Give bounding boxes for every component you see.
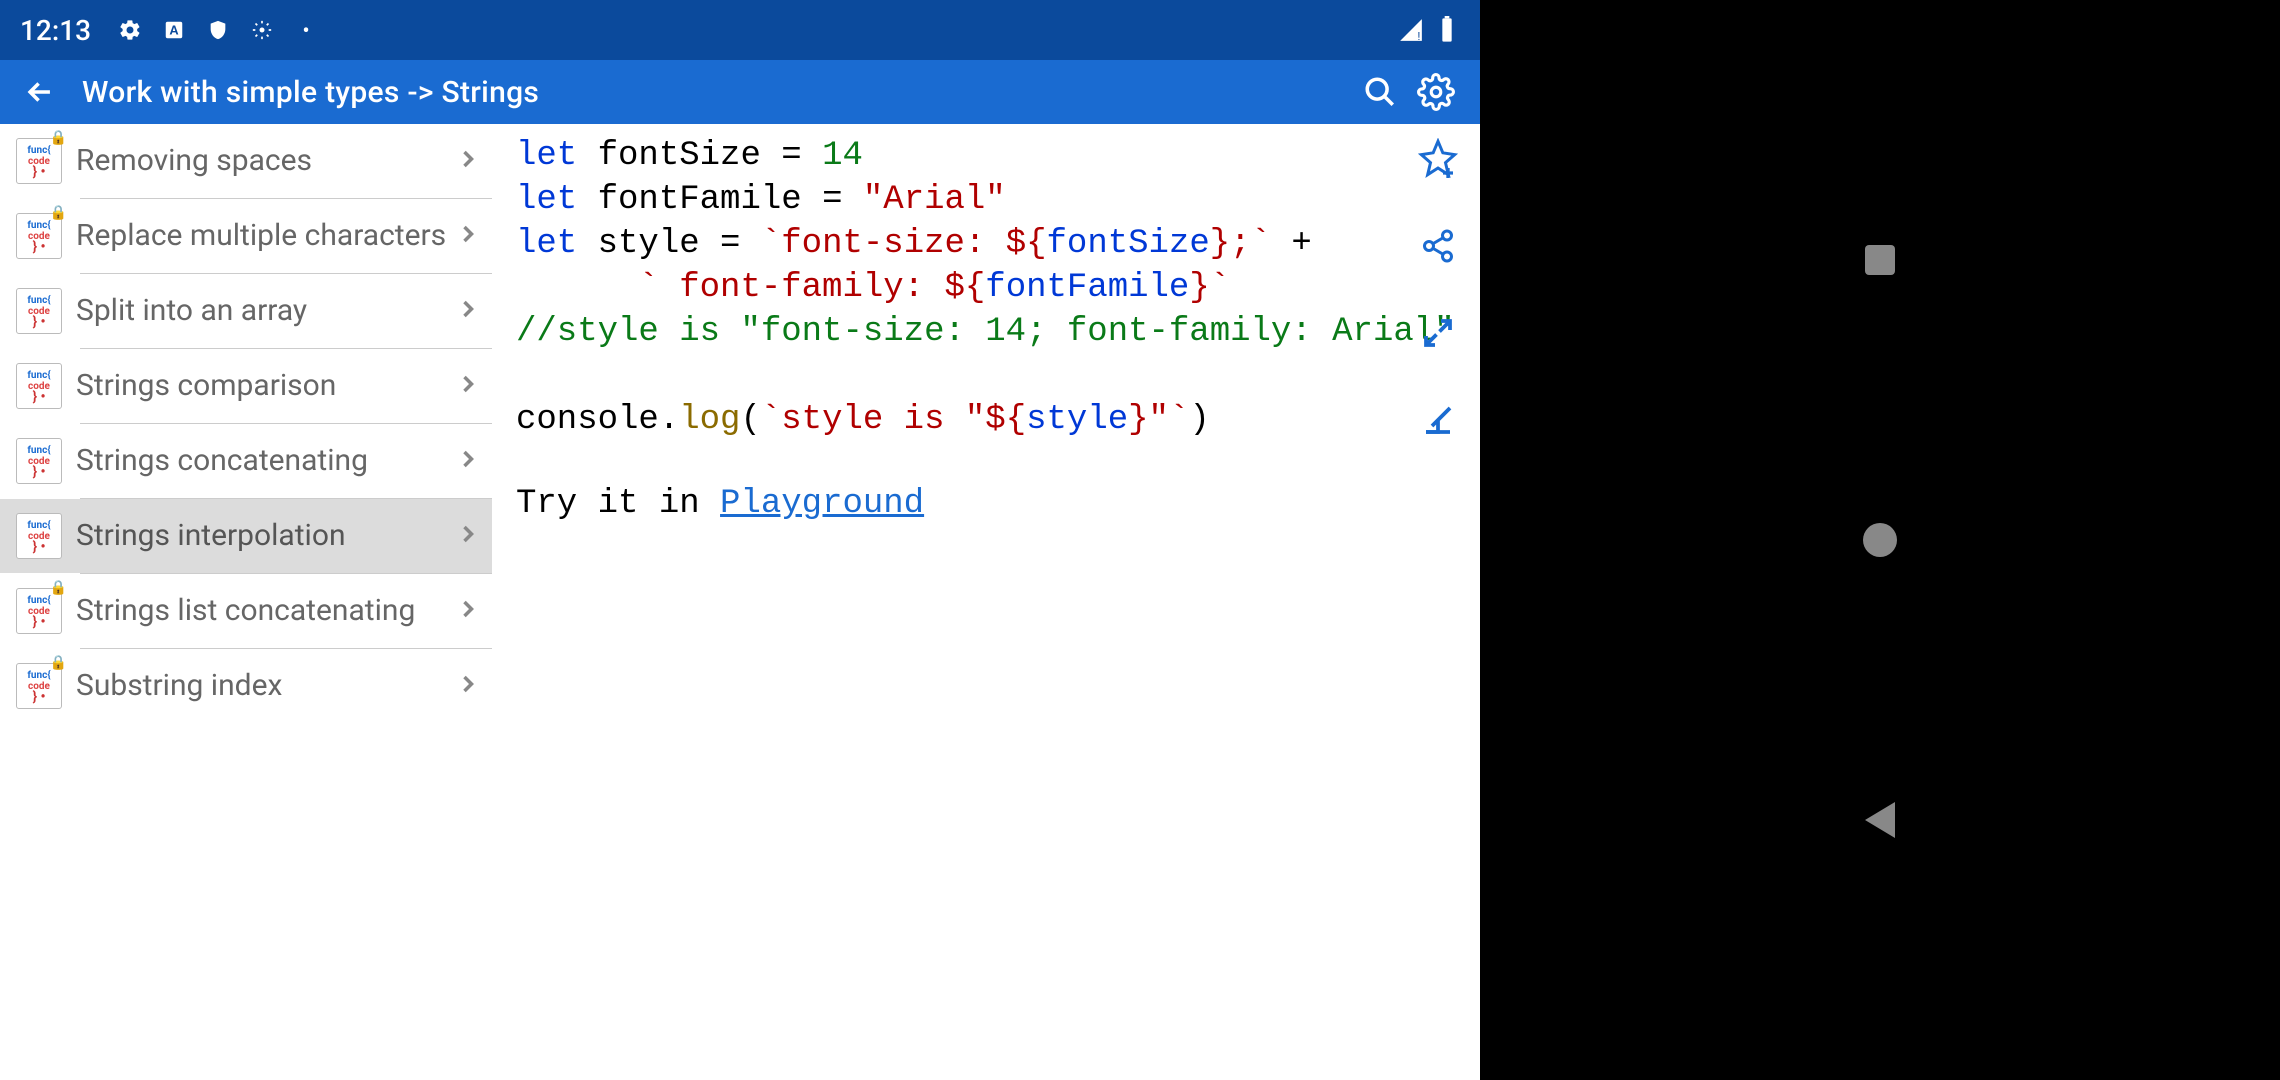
code-snippet-icon: func{code} • bbox=[16, 513, 62, 559]
playground-link[interactable]: Playground bbox=[720, 485, 924, 523]
sidebar-item-label: Split into an array bbox=[76, 294, 454, 328]
gear-small-icon bbox=[249, 17, 275, 43]
chevron-right-icon bbox=[454, 370, 482, 402]
sidebar-item-label: Removing spaces bbox=[76, 144, 454, 178]
gear-icon bbox=[117, 17, 143, 43]
code-line: //style is "font-size: 14; font-family: … bbox=[516, 310, 1456, 354]
svg-text:!: ! bbox=[1418, 30, 1421, 43]
sidebar-item-label: Strings list concatenating bbox=[76, 594, 454, 628]
lock-icon: 🔒 bbox=[50, 658, 67, 669]
sidebar-item-label: Substring index bbox=[76, 669, 454, 703]
nav-recent-button[interactable] bbox=[1850, 230, 1910, 290]
nav-home-button[interactable] bbox=[1850, 510, 1910, 570]
expand-button[interactable] bbox=[1414, 309, 1462, 357]
code-line: console.log(`style is "${style}"`) bbox=[516, 398, 1456, 442]
code-snippet-icon: func{code} • bbox=[16, 288, 62, 334]
chevron-right-icon bbox=[454, 220, 482, 252]
share-button[interactable] bbox=[1414, 222, 1462, 270]
sidebar-item-label: Strings interpolation bbox=[76, 519, 454, 553]
code-line: ` font-family: ${fontFamile}` bbox=[516, 266, 1456, 310]
nav-back-button[interactable] bbox=[1850, 790, 1910, 850]
battery-icon bbox=[1434, 17, 1460, 43]
system-navbar bbox=[1480, 0, 2280, 1080]
code-line: let fontFamile = "Arial" bbox=[516, 178, 1456, 222]
code-snippet-icon: func{code} •🔒 bbox=[16, 138, 62, 184]
status-bar: 12:13 A • ! bbox=[0, 0, 1480, 60]
chevron-right-icon bbox=[454, 295, 482, 327]
chevron-right-icon bbox=[454, 445, 482, 477]
try-prefix: Try it in bbox=[516, 485, 720, 523]
sidebar[interactable]: func{code} •🔒Removing spacesfunc{code} •… bbox=[0, 124, 492, 1080]
signal-icon: ! bbox=[1398, 17, 1424, 43]
sidebar-item[interactable]: func{code} • Strings comparison bbox=[0, 349, 492, 423]
code-line: let style = `font-size: ${fontSize};` + bbox=[516, 222, 1456, 266]
app-bar: Work with simple types -> Strings bbox=[0, 60, 1480, 124]
sidebar-item[interactable]: func{code} •🔒 Removing spaces bbox=[0, 124, 492, 198]
chevron-right-icon bbox=[454, 595, 482, 627]
code-pane: let fontSize = 14 let fontFamile = "Aria… bbox=[492, 124, 1480, 1080]
sidebar-item[interactable]: func{code} •🔒 Substring index bbox=[0, 649, 492, 723]
settings-button[interactable] bbox=[1408, 64, 1464, 120]
dot-icon: • bbox=[293, 17, 319, 43]
code-snippet-icon: func{code} •🔒 bbox=[16, 663, 62, 709]
search-button[interactable] bbox=[1352, 64, 1408, 120]
code-snippet-icon: func{code} • bbox=[16, 438, 62, 484]
try-line: Try it in Playground bbox=[516, 482, 1456, 526]
code-line: let fontSize = 14 bbox=[516, 134, 1456, 178]
favorite-button[interactable] bbox=[1414, 134, 1462, 182]
back-button[interactable] bbox=[16, 68, 64, 116]
code-snippet-icon: func{code} •🔒 bbox=[16, 213, 62, 259]
code-snippet-icon: func{code} •🔒 bbox=[16, 588, 62, 634]
chevron-right-icon bbox=[454, 145, 482, 177]
sidebar-item[interactable]: func{code} •🔒 Strings list concatenating bbox=[0, 574, 492, 648]
svg-text:A: A bbox=[169, 23, 178, 38]
sidebar-item-label: Replace multiple characters bbox=[76, 219, 454, 253]
app-icon: A bbox=[161, 17, 187, 43]
shield-icon bbox=[205, 17, 231, 43]
sidebar-item[interactable]: func{code} • Strings concatenating bbox=[0, 424, 492, 498]
sidebar-item[interactable]: func{code} • Split into an array bbox=[0, 274, 492, 348]
code-snippet-icon: func{code} • bbox=[16, 363, 62, 409]
status-time: 12:13 bbox=[20, 14, 91, 47]
lock-icon: 🔒 bbox=[50, 208, 67, 219]
collapse-button[interactable] bbox=[1414, 396, 1462, 444]
chevron-right-icon bbox=[454, 670, 482, 702]
sidebar-item-label: Strings comparison bbox=[76, 369, 454, 403]
chevron-right-icon bbox=[454, 520, 482, 552]
sidebar-item[interactable]: func{code} • Strings interpolation bbox=[0, 499, 492, 573]
sidebar-item-label: Strings concatenating bbox=[76, 444, 454, 478]
lock-icon: 🔒 bbox=[50, 133, 67, 144]
code-line bbox=[516, 354, 1456, 398]
lock-icon: 🔒 bbox=[50, 583, 67, 594]
sidebar-item[interactable]: func{code} •🔒 Replace multiple characters bbox=[0, 199, 492, 273]
page-title: Work with simple types -> Strings bbox=[82, 75, 1352, 110]
